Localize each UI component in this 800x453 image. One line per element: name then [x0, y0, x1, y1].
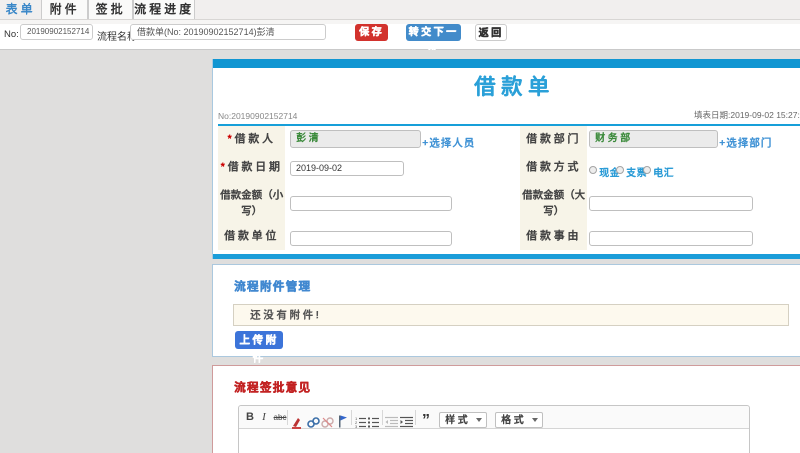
- svg-text:3: 3: [355, 424, 358, 429]
